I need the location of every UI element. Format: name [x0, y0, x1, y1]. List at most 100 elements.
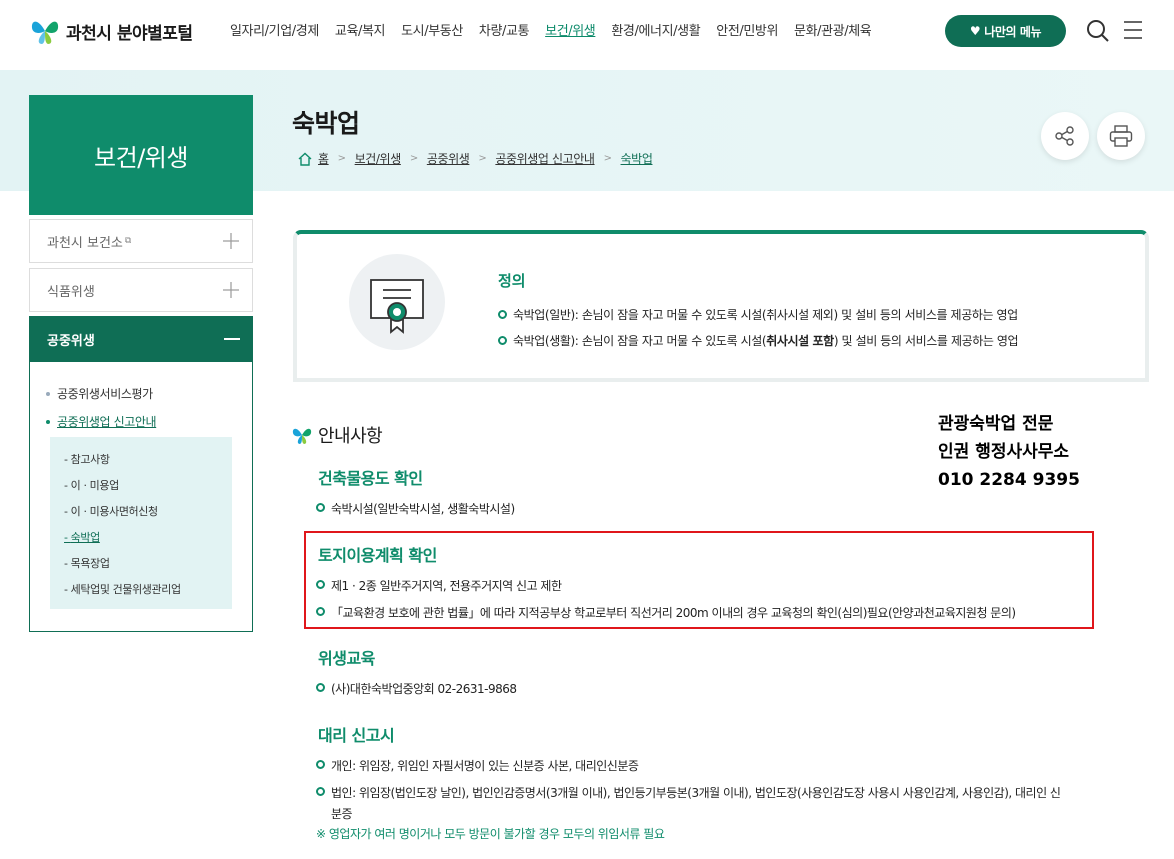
nav-item-education[interactable]: 교육/복지	[335, 20, 386, 39]
sidebar-item-public-hygiene: 공중위생 공중위생서비스평가 공중위생업 신고안내 - 참고사항 - 이 · 미…	[29, 316, 253, 632]
section-title: 대리 신고시	[318, 726, 395, 745]
logo-portal: 분야별포털	[116, 23, 193, 44]
my-menu-label: 나만의 메뉴	[984, 24, 1042, 39]
ring-bullet-icon	[498, 310, 507, 319]
chevron-right-icon: >	[478, 153, 487, 164]
section-line-text: 제1 · 2종 일반주거지역, 전용주거지역 신고 제한	[331, 579, 562, 593]
site-header: 과천시 분야별포털 일자리/기업/경제 교육/복지 도시/부동산 차량/교통 보…	[0, 0, 1174, 70]
definition-line: 숙박업(일반): 손님이 잠을 자고 머물 수 있도록 시설(취사시설 제외) …	[498, 306, 1018, 323]
definition-text: 숙박업(일반): 손님이 잠을 자고 머물 수 있도록 시설(취사시설 제외) …	[513, 308, 1018, 322]
sidebar-subitem-label: 공중위생업 신고안내	[57, 415, 157, 429]
external-link-icon: ⧉	[124, 236, 132, 246]
sidebar-item-label: 과천시 보건소	[47, 235, 123, 251]
sidebar-title: 보건/위생	[29, 95, 253, 215]
definition-text: 숙박업(생활): 손님이 잠을 자고 머물 수 있도록 시설(	[513, 334, 767, 348]
definition-text: ) 및 설비 등의 서비스를 제공하는 영업	[833, 334, 1019, 348]
sidebar-item-food-hygiene[interactable]: 식품위생	[29, 268, 253, 312]
share-icon	[1055, 126, 1074, 146]
sidebar-subitem[interactable]: 공중위생업 신고안내	[46, 413, 157, 430]
section-line-text: 개인: 위임장, 위임인 자필서명이 있는 신분증 사본, 대리인신분증	[331, 759, 639, 773]
ring-bullet-icon	[316, 607, 325, 616]
my-menu-button[interactable]: ♥ 나만의 메뉴	[945, 15, 1066, 47]
minus-icon	[224, 338, 240, 340]
certificate-icon	[370, 279, 424, 334]
plus-icon	[223, 282, 239, 298]
sidebar-item-label: 식품위생	[47, 284, 95, 300]
section-title: 토지이용계획 확인	[318, 546, 437, 565]
section-line: 개인: 위임장, 위임인 자필서명이 있는 신분증 사본, 대리인신분증	[316, 757, 639, 774]
breadcrumb-item[interactable]: 공중위생업 신고안내	[495, 150, 595, 167]
sidebar-subsubitem[interactable]: - 숙박업	[64, 529, 232, 545]
nav-item-culture[interactable]: 문화/관광/체육	[794, 20, 872, 39]
nav-item-city[interactable]: 도시/부동산	[401, 20, 463, 39]
sidebar-subsubitem[interactable]: - 이 · 미용사면허신청	[64, 503, 232, 519]
guide-heading: 안내사항	[292, 422, 383, 448]
ring-bullet-icon	[316, 503, 325, 512]
overlay-line: 관광숙박업 전문	[938, 414, 1054, 434]
section-line-text: 법인: 위임장(법인도장 날인), 법인인감증명서(3개월 이내), 법인등기부…	[331, 786, 1061, 800]
nav-item-traffic[interactable]: 차량/교통	[479, 20, 530, 39]
sidebar-subsubitem-label: 숙박업	[70, 531, 101, 544]
section-line-text: (사)대한숙박업중앙회 02-2631-9868	[331, 682, 517, 696]
sidebar-subsubitem[interactable]: - 참고사항	[64, 451, 232, 467]
section-line-text: 「교육환경 보호에 관한 법률」에 따라 지적공부상 학교로부터 직선거리 20…	[331, 606, 1016, 620]
section-line: 제1 · 2종 일반주거지역, 전용주거지역 신고 제한	[316, 577, 562, 594]
chevron-right-icon: >	[337, 153, 346, 164]
section-title: 건축물용도 확인	[318, 469, 423, 488]
share-button[interactable]	[1041, 112, 1089, 160]
sidebar-subsubitem-label: 이 · 미용사면허신청	[70, 505, 158, 518]
sidebar-active-head[interactable]: 공중위생	[30, 317, 252, 362]
breadcrumb-home[interactable]: 홈	[318, 150, 329, 167]
sidebar-subsubitem[interactable]: - 목욕장업	[64, 555, 232, 571]
ring-bullet-icon	[316, 683, 325, 692]
sidebar-subitem[interactable]: 공중위생서비스평가	[46, 385, 156, 402]
proxy-note: ※ 영업자가 여러 명이거나 모두 방문이 불가할 경우 모두의 위임서류 필요	[316, 827, 665, 841]
site-logo[interactable]: 과천시 분야별포털	[30, 16, 193, 46]
bullet-icon	[46, 391, 50, 396]
hamburger-menu-icon[interactable]	[1124, 20, 1142, 40]
sidebar-subsubitem-label: 이 · 미용업	[70, 479, 120, 492]
ring-bullet-icon	[316, 760, 325, 769]
section-line: 「교육환경 보호에 관한 법률」에 따라 지적공부상 학교로부터 직선거리 20…	[316, 604, 1016, 621]
home-icon[interactable]	[298, 152, 312, 166]
nav-item-safety[interactable]: 안전/민방위	[716, 20, 778, 39]
breadcrumb: 홈 > 보건/위생 > 공중위생 > 공중위생업 신고안내 > 숙박업	[298, 150, 653, 167]
chevron-right-icon: >	[409, 153, 418, 164]
ring-bullet-icon	[498, 336, 507, 345]
plus-icon	[223, 233, 239, 249]
page-title: 숙박업	[292, 109, 360, 138]
sidebar-subsubitem-label: 참고사항	[70, 453, 110, 466]
logo-city: 과천시	[66, 23, 112, 44]
definition-box: 정의 숙박업(일반): 손님이 잠을 자고 머물 수 있도록 시설(취사시설 제…	[293, 230, 1149, 382]
definition-text-bold: 취사시설 포함	[766, 334, 834, 348]
breadcrumb-current[interactable]: 숙박업	[621, 150, 653, 167]
print-button[interactable]	[1097, 112, 1145, 160]
heart-icon: ♥	[969, 24, 981, 38]
chevron-right-icon: >	[603, 153, 612, 164]
overlay-line: 010 2284 9395	[938, 470, 1080, 490]
nav-item-health[interactable]: 보건/위생	[545, 20, 596, 39]
bullet-icon	[46, 419, 50, 424]
butterfly-logo-icon	[31, 21, 59, 44]
section-line-text: 숙박시설(일반숙박시설, 생활숙박시설)	[331, 502, 515, 516]
search-icon[interactable]	[1086, 19, 1110, 43]
breadcrumb-item[interactable]: 공중위생	[427, 150, 470, 167]
sidebar-subsubitem-label: 세탁업및 건물위생관리업	[70, 583, 181, 596]
certificate-icon-circle	[349, 254, 445, 350]
printer-icon	[1109, 125, 1133, 147]
sidebar-item-health-center[interactable]: 과천시 보건소 ⧉	[29, 219, 253, 263]
section-title: 위생교육	[318, 649, 375, 668]
sidebar-subsubitem[interactable]: - 이 · 미용업	[64, 477, 232, 493]
overlay-ad-text: 관광숙박업 전문 인권 행정사사무소 010 2284 9395	[938, 410, 1080, 494]
sidebar-item-label: 공중위생	[47, 334, 95, 349]
ring-bullet-icon	[316, 787, 325, 796]
sidebar-subsubitem[interactable]: - 세탁업및 건물위생관리업	[64, 581, 232, 597]
breadcrumb-item[interactable]: 보건/위생	[355, 150, 402, 167]
definition-line: 숙박업(생활): 손님이 잠을 자고 머물 수 있도록 시설(취사시설 포함) …	[498, 332, 1019, 349]
nav-item-economy[interactable]: 일자리/기업/경제	[230, 20, 319, 39]
sidebar-subitem-label: 공중위생서비스평가	[57, 387, 153, 401]
nav-item-environment[interactable]: 환경/에너지/생활	[611, 20, 700, 39]
section-line-continued: 분증	[331, 807, 353, 821]
section-line: 숙박시설(일반숙박시설, 생활숙박시설)	[316, 500, 515, 517]
sidebar-sub-list: 공중위생서비스평가 공중위생업 신고안내	[46, 385, 157, 441]
